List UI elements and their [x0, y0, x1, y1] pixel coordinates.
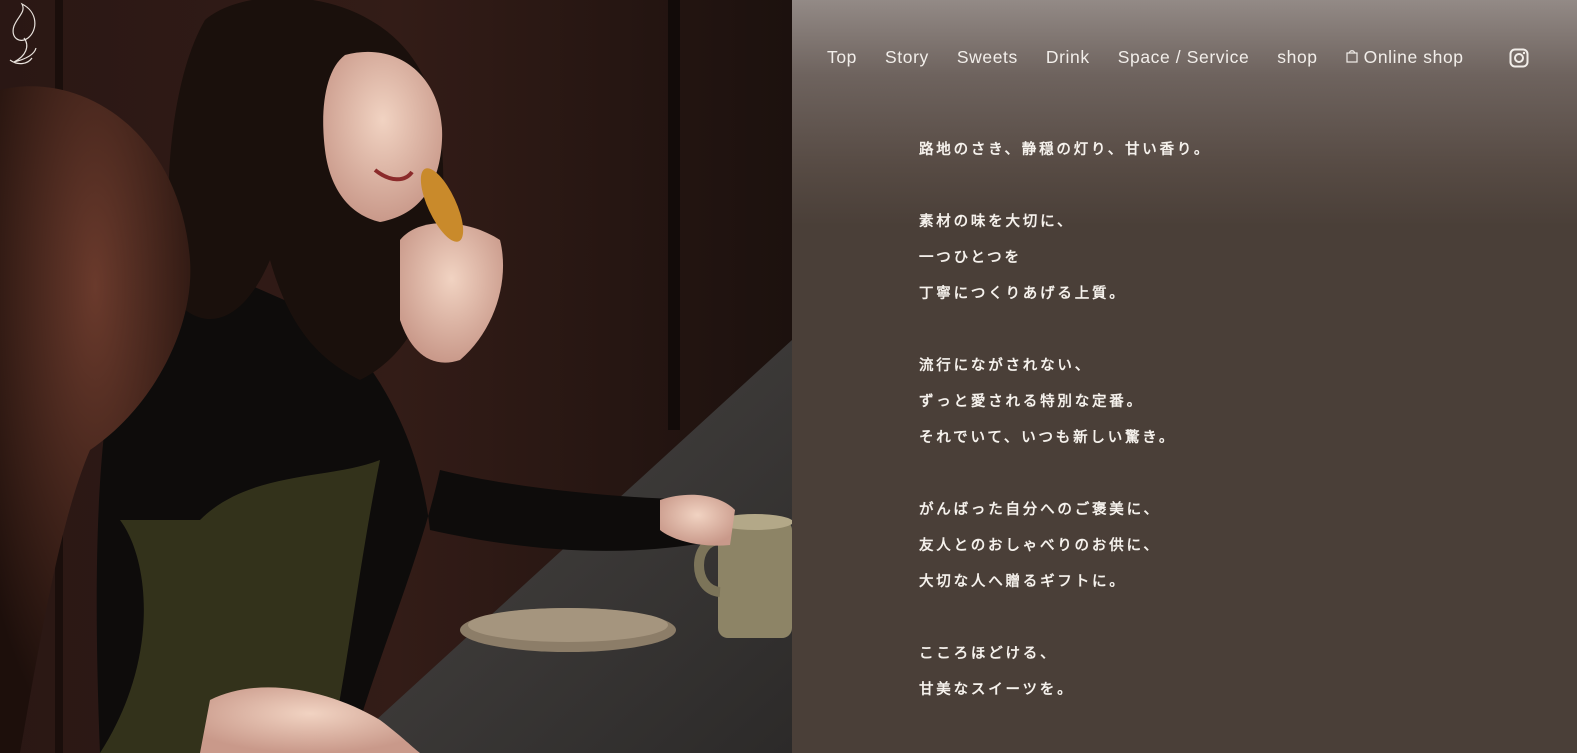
online-shop-label: Online shop	[1363, 46, 1464, 67]
nav-shop[interactable]: shop	[1277, 47, 1317, 68]
content-panel: Top Story Sweets Drink Space / Service s…	[792, 0, 1577, 753]
nav-drink[interactable]: Drink	[1046, 47, 1090, 68]
copy-line: 大切な人へ贈るギフトに。	[919, 573, 1127, 590]
nav-online-shop[interactable]: Online shop	[1346, 47, 1464, 68]
nav-top[interactable]: Top	[827, 47, 857, 68]
shopping-bag-icon	[1346, 47, 1358, 68]
copy-line: それでいて、いつも新しい驚き。	[919, 429, 1177, 446]
nav-sweets[interactable]: Sweets	[957, 47, 1018, 68]
copy-line: 素材の味を大切に、	[919, 213, 1075, 230]
photo-illustration	[0, 0, 792, 753]
copy-line: 路地のさき、静穏の灯り、甘い香り。	[919, 141, 1212, 158]
main-nav: Top Story Sweets Drink Space / Service s…	[827, 44, 1492, 70]
instagram-icon[interactable]	[1509, 48, 1529, 68]
copy-line: 丁寧につくりあげる上質。	[919, 285, 1127, 302]
copy-line: ずっと愛される特別な定番。	[919, 393, 1144, 410]
nav-story[interactable]: Story	[885, 47, 929, 68]
brand-copy: 路地のさき、静穏の灯り、甘い香り。 素材の味を大切に、 一つひとつを 丁寧につく…	[919, 138, 1211, 714]
copy-line: こころほどける、	[919, 645, 1058, 662]
copy-line: がんばった自分へのご褒美に、	[919, 501, 1161, 518]
copy-line: 友人とのおしゃべりのお供に、	[919, 537, 1161, 554]
copy-line: 甘美なスイーツを。	[919, 681, 1075, 698]
flame-logo-icon[interactable]	[0, 0, 46, 72]
copy-line: 一つひとつを	[919, 249, 1022, 266]
nav-space-service[interactable]: Space / Service	[1118, 47, 1250, 68]
hero-photo	[0, 0, 792, 753]
copy-line: 流行にながされない、	[919, 357, 1092, 374]
